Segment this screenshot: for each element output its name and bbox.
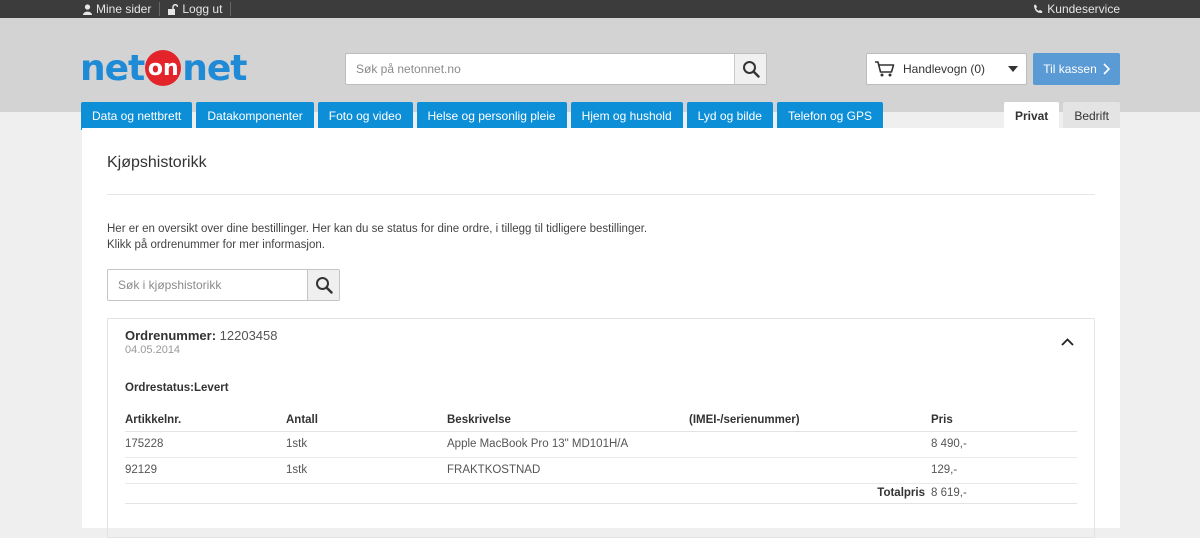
history-search-button[interactable]: [307, 270, 339, 300]
history-search-input[interactable]: [108, 270, 307, 300]
phone-icon: [1034, 4, 1043, 14]
order-number-value: 12203458: [219, 328, 278, 343]
chevron-right-icon: [1103, 63, 1110, 75]
description: Apple MacBook Pro 13" MD101H/A: [447, 431, 689, 458]
site-search-input[interactable]: [346, 54, 734, 84]
caret-down-icon: [1008, 66, 1018, 72]
unlock-icon: [168, 3, 179, 15]
quantity: 1stk: [286, 431, 447, 458]
customer-service-link[interactable]: Kundeservice: [1033, 0, 1120, 18]
search-icon: [742, 61, 760, 78]
order-items-table: Artikkelnr. Antall Beskrivelse (IMEI-/se…: [125, 410, 1077, 504]
cart-icon: [875, 61, 895, 77]
table-header-row: Artikkelnr. Antall Beskrivelse (IMEI-/se…: [125, 410, 1077, 432]
table-row: 92129 1stk FRAKTKOSTNAD 129,-: [125, 457, 1077, 484]
nav-tab-telefon-og-gps[interactable]: Telefon og GPS: [776, 102, 883, 130]
quantity: 1stk: [286, 457, 447, 484]
price: 129,-: [931, 457, 1077, 484]
intro-text: Her er en oversikt over dine bestillinge…: [107, 221, 647, 253]
logout-label: Logg ut: [182, 2, 223, 16]
logout-link[interactable]: Logg ut: [168, 2, 230, 16]
article-number: 92129: [125, 457, 286, 484]
nav-tab-hjem-og-hushold[interactable]: Hjem og hushold: [570, 102, 683, 130]
purchase-history-panel: Kjøpshistorikk Her er en oversikt over d…: [82, 128, 1120, 538]
my-pages-label: Mine sider: [96, 2, 152, 16]
segment-tab-privat[interactable]: Privat: [1003, 102, 1060, 130]
order-number-label: Ordrenummer:: [125, 328, 217, 343]
user-icon: [83, 3, 92, 15]
cart-label: Handlevogn (0): [903, 62, 986, 76]
page-title: Kjøpshistorikk: [107, 154, 207, 171]
serial-number: [689, 457, 931, 484]
price: 8 490,-: [931, 431, 1077, 458]
order-card: Ordrenummer: 12203458 04.05.2014 Ordrest…: [107, 318, 1095, 538]
total-label: Totalpris: [125, 483, 931, 504]
article-number: 175228: [125, 431, 286, 458]
segment-tab-bedrift[interactable]: Bedrift: [1063, 102, 1120, 130]
intro-line: Klikk på ordrenummer for mer informasjon…: [107, 239, 325, 251]
order-status: Ordrestatus:Levert: [125, 382, 229, 394]
checkout-button[interactable]: Til kassen: [1033, 53, 1120, 85]
intro-line: Her er en oversikt over dine bestillinge…: [107, 223, 648, 235]
category-nav: Data og nettbrett Datakomponenter Foto o…: [81, 102, 883, 130]
table-row: 175228 1stk Apple MacBook Pro 13" MD101H…: [125, 431, 1077, 458]
column-header: Antall: [286, 410, 447, 432]
title-divider: [107, 194, 1095, 195]
chevron-up-icon: [1060, 338, 1074, 346]
site-header: netonnet Handlevogn (0) Til kassen Data …: [0, 18, 1200, 130]
order-number[interactable]: Ordrenummer: 12203458: [125, 328, 278, 343]
topbar-divider: [230, 2, 232, 16]
column-header: (IMEI-/serienummer): [689, 410, 931, 432]
order-date: 04.05.2014: [125, 344, 181, 356]
site-search-button[interactable]: [734, 54, 766, 84]
nav-tab-data-og-nettbrett[interactable]: Data og nettbrett: [81, 102, 193, 130]
collapse-order-button[interactable]: [1058, 333, 1076, 351]
netonnet-logo[interactable]: net on net: [80, 48, 248, 89]
nav-tab-datakomponenter[interactable]: Datakomponenter: [196, 102, 314, 130]
nav-tab-lyd-og-bilde[interactable]: Lyd og bilde: [686, 102, 773, 130]
topbar-divider: [159, 2, 161, 16]
nav-tab-foto-og-video[interactable]: Foto og video: [317, 102, 413, 130]
column-header: Beskrivelse: [447, 410, 689, 432]
description: FRAKTKOSTNAD: [447, 457, 689, 484]
column-header: Artikkelnr.: [125, 410, 286, 432]
top-bar: Mine sider Logg ut Kundeservice: [0, 0, 1200, 18]
site-search: [345, 53, 767, 85]
total-row: Totalpris 8 619,-: [125, 483, 1077, 504]
my-pages-link[interactable]: Mine sider: [83, 2, 159, 16]
customer-service-label: Kundeservice: [1047, 2, 1120, 16]
nav-tab-helse-og-personlig-pleie[interactable]: Helse og personlig pleie: [416, 102, 567, 130]
column-header: Pris: [931, 410, 1077, 432]
history-search: [107, 269, 340, 301]
segment-tabs: Privat Bedrift: [1003, 102, 1120, 130]
cart-dropdown[interactable]: Handlevogn (0): [866, 53, 1027, 85]
search-icon: [315, 277, 333, 294]
checkout-label: Til kassen: [1043, 62, 1097, 76]
serial-number: [689, 431, 931, 458]
total-value: 8 619,-: [931, 483, 1077, 504]
